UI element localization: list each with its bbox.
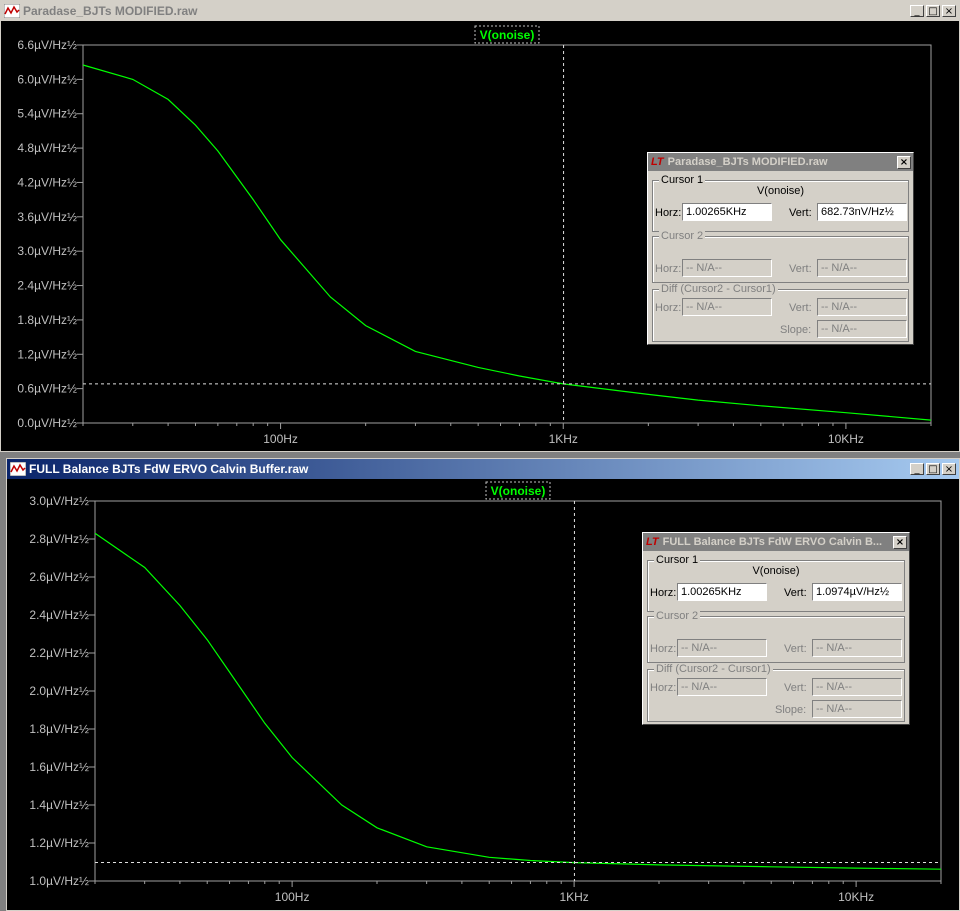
cursor-dialog-2[interactable]: LT FULL Balance BJTs FdW ERVO Calvin B..… — [642, 532, 910, 725]
dialog-titlebar[interactable]: LT Paradase_BJTs MODIFIED.raw × — [648, 153, 913, 171]
x-tick-label: 1KHz — [549, 432, 578, 446]
close-button[interactable]: × — [942, 463, 956, 475]
y-tick-label: 0.6µV/Hz½ — [17, 382, 77, 396]
diff-caption: Diff (Cursor2 - Cursor1) — [654, 663, 773, 675]
slope-field: -- N/A-- — [812, 700, 902, 718]
maximize-button[interactable]: □ — [926, 5, 940, 17]
dialog-title: FULL Balance BJTs FdW ERVO Calvin B... — [662, 536, 883, 548]
y-tick-label: 2.6µV/Hz½ — [29, 570, 89, 584]
ltspice-icon: LT — [646, 536, 659, 548]
vert-label: Vert: — [789, 207, 812, 219]
slope-field: -- N/A-- — [817, 320, 907, 338]
window-title: FULL Balance BJTs FdW ERVO Calvin Buffer… — [29, 462, 309, 476]
vert-label: Vert: — [784, 643, 807, 655]
y-tick-label: 2.4µV/Hz½ — [29, 608, 89, 622]
cursor-dialog-1[interactable]: LT Paradase_BJTs MODIFIED.raw × Cursor 1… — [647, 152, 914, 345]
cursor2-horz-field: -- N/A-- — [682, 259, 772, 277]
vert-label: Vert: — [784, 587, 807, 599]
cursor1-group: Cursor 1 V(onoise) Horz: 1.00265KHz Vert… — [647, 554, 905, 612]
y-tick-label: 1.8µV/Hz½ — [29, 722, 89, 736]
x-tick-label: 10KHz — [828, 432, 864, 446]
cursor1-horz-field[interactable]: 1.00265KHz — [682, 203, 772, 221]
y-tick-label: 1.0µV/Hz½ — [29, 874, 89, 888]
minimize-button[interactable]: _ — [910, 5, 924, 17]
horz-label: Horz: — [655, 263, 682, 275]
horz-label: Horz: — [655, 207, 682, 219]
cursor1-vert-field[interactable]: 682.73nV/Hz½ — [817, 203, 907, 221]
diff-horz-field: -- N/A-- — [677, 678, 767, 696]
y-tick-label: 1.6µV/Hz½ — [29, 760, 89, 774]
vert-label: Vert: — [784, 682, 807, 694]
plot-window-2[interactable]: FULL Balance BJTs FdW ERVO Calvin Buffer… — [6, 458, 960, 911]
cursor1-group: Cursor 1 V(onoise) Horz: 1.00265KHz Vert… — [652, 174, 909, 232]
y-tick-label: 2.8µV/Hz½ — [29, 532, 89, 546]
diff-vert-field: -- N/A-- — [817, 298, 907, 316]
trace-label: V(onoise) — [480, 28, 535, 42]
y-tick-label: 2.2µV/Hz½ — [29, 646, 89, 660]
y-tick-label: 6.0µV/Hz½ — [17, 72, 77, 86]
dialog-close-button[interactable]: × — [893, 535, 907, 549]
y-tick-label: 3.6µV/Hz½ — [17, 210, 77, 224]
x-tick-label: 100Hz — [275, 890, 310, 904]
cursor1-trace: V(onoise) — [752, 565, 800, 577]
horz-label: Horz: — [650, 587, 677, 599]
window-titlebar[interactable]: FULL Balance BJTs FdW ERVO Calvin Buffer… — [7, 459, 959, 479]
y-tick-label: 1.2µV/Hz½ — [29, 836, 89, 850]
x-tick-label: 10KHz — [838, 890, 874, 904]
vert-label: Vert: — [789, 263, 812, 275]
slope-label: Slope: — [780, 324, 812, 336]
cursor2-vert-field: -- N/A-- — [817, 259, 907, 277]
plot-window-1[interactable]: Paradase_BJTs MODIFIED.raw _ □ × 6.6µV/H… — [0, 0, 960, 452]
maximize-button[interactable]: □ — [926, 463, 940, 475]
y-tick-label: 2.0µV/Hz½ — [29, 684, 89, 698]
diff-caption: Diff (Cursor2 - Cursor1) — [659, 283, 778, 295]
y-tick-label: 1.2µV/Hz½ — [17, 347, 77, 361]
cursor2-group: Cursor 2 Horz: -- N/A-- Vert: -- N/A-- — [647, 610, 905, 663]
diff-group: Diff (Cursor2 - Cursor1) Horz: -- N/A-- … — [647, 663, 905, 722]
window-title: Paradase_BJTs MODIFIED.raw — [23, 4, 198, 18]
y-tick-label: 3.0µV/Hz½ — [29, 494, 89, 508]
y-tick-label: 1.8µV/Hz½ — [17, 313, 77, 327]
x-tick-label: 1KHz — [559, 890, 588, 904]
vert-label: Vert: — [789, 302, 812, 314]
close-button[interactable]: × — [942, 5, 956, 17]
cursor1-vert-field[interactable]: 1.0974µV/Hz½ — [812, 583, 902, 601]
cursor1-trace: V(onoise) — [756, 185, 805, 197]
ltspice-icon: LT — [651, 156, 664, 168]
cursor2-caption: Cursor 2 — [654, 610, 701, 622]
slope-label: Slope: — [775, 704, 807, 716]
diff-horz-field: -- N/A-- — [682, 298, 772, 316]
x-tick-label: 100Hz — [263, 432, 298, 446]
y-tick-label: 4.8µV/Hz½ — [17, 141, 77, 155]
window-titlebar[interactable]: Paradase_BJTs MODIFIED.raw _ □ × — [1, 1, 959, 21]
cursor2-caption: Cursor 2 — [659, 230, 706, 242]
waveform-app-icon — [10, 462, 26, 476]
horz-label: Horz: — [655, 302, 682, 314]
y-tick-label: 2.4µV/Hz½ — [17, 279, 77, 293]
diff-group: Diff (Cursor2 - Cursor1) Horz: -- N/A-- … — [652, 283, 909, 342]
y-tick-label: 1.4µV/Hz½ — [29, 798, 89, 812]
minimize-button[interactable]: _ — [910, 463, 924, 475]
horz-label: Horz: — [650, 643, 677, 655]
cursor2-group: Cursor 2 Horz: -- N/A-- Vert: -- N/A-- — [652, 230, 909, 283]
dialog-close-button[interactable]: × — [897, 155, 911, 169]
trace-label: V(onoise) — [491, 484, 546, 498]
y-tick-label: 6.6µV/Hz½ — [17, 38, 77, 52]
cursor2-horz-field: -- N/A-- — [677, 639, 767, 657]
y-tick-label: 4.2µV/Hz½ — [17, 175, 77, 189]
cursor2-vert-field: -- N/A-- — [812, 639, 902, 657]
horz-label: Horz: — [650, 682, 677, 694]
y-tick-label: 5.4µV/Hz½ — [17, 107, 77, 121]
dialog-title: Paradase_BJTs MODIFIED.raw — [667, 156, 828, 168]
cursor1-horz-field[interactable]: 1.00265KHz — [677, 583, 767, 601]
y-tick-label: 0.0µV/Hz½ — [17, 416, 77, 430]
waveform-app-icon — [4, 4, 20, 18]
diff-vert-field: -- N/A-- — [812, 678, 902, 696]
y-tick-label: 3.0µV/Hz½ — [17, 244, 77, 258]
dialog-titlebar[interactable]: LT FULL Balance BJTs FdW ERVO Calvin B..… — [643, 533, 909, 551]
